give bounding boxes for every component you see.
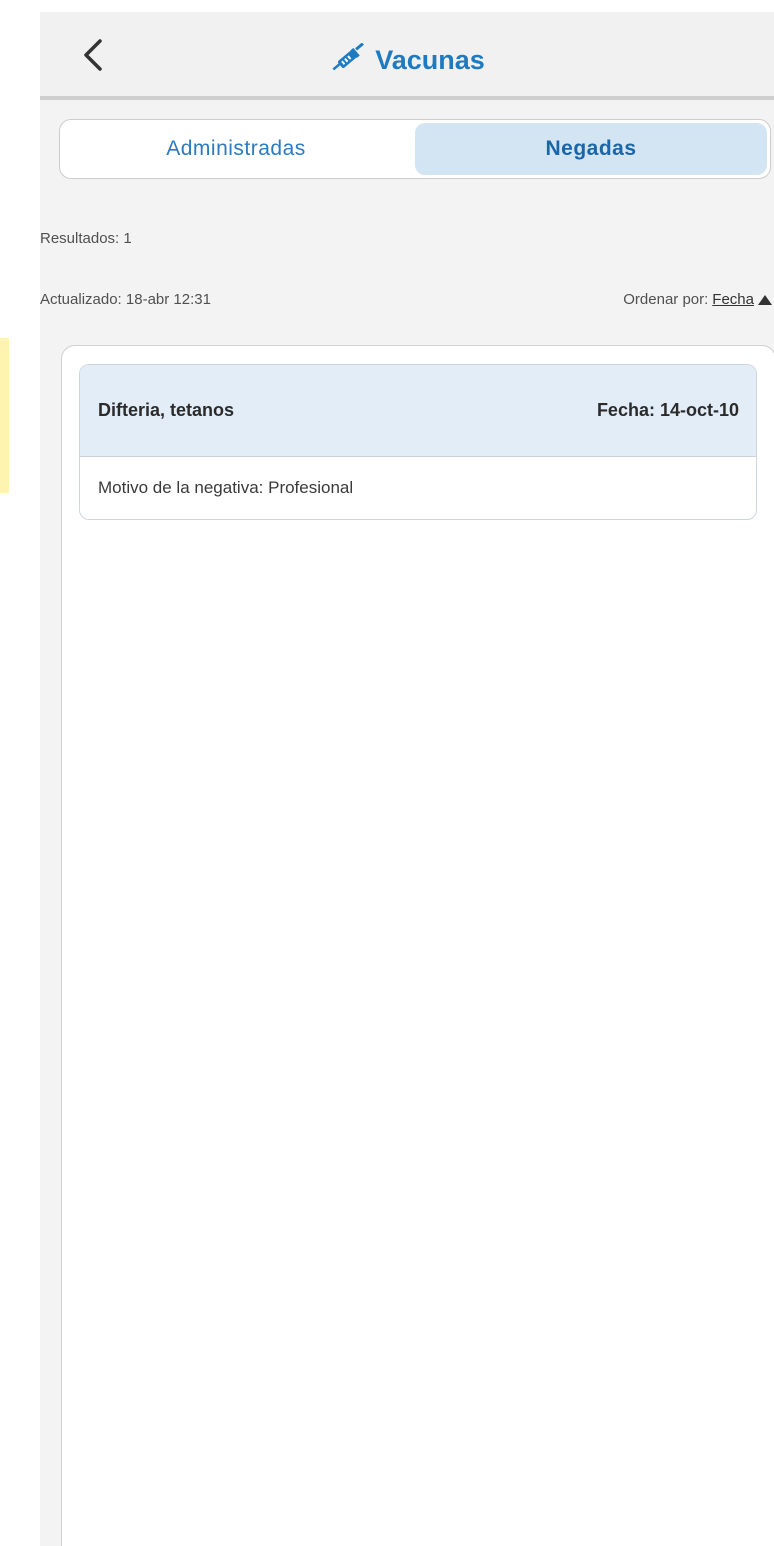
updated-timestamp: Actualizado: 18-abr 12:31 [40,291,211,308]
triangle-up-icon[interactable] [758,294,772,305]
page-title: Vacunas [40,40,774,80]
sort-field-link[interactable]: Fecha [712,291,754,308]
record-card-header: Difteria, tetanos Fecha: 14-oct-10 [80,365,756,457]
syringe-icon [332,43,365,71]
results-count: Resultados: 1 [40,230,132,247]
sort-control: Ordenar por: Fecha [623,291,772,308]
segmented-control: Administradas Negadas [59,119,771,179]
app-screen: Vacunas Administradas Negadas Resultados… [40,12,774,1546]
app-header: Vacunas [40,12,774,100]
vaccine-name: Difteria, tetanos [98,400,235,420]
sort-label: Ordenar por: [623,291,709,308]
refusal-reason: Motivo de la negativa: Profesional [98,478,354,497]
record-card[interactable]: Difteria, tetanos Fecha: 14-oct-10 Motiv… [79,364,757,520]
page-title-text: Vacunas [375,44,485,75]
side-accent-strip [0,338,9,493]
tab-administradas[interactable]: Administradas [60,120,412,178]
records-panel: Difteria, tetanos Fecha: 14-oct-10 Motiv… [61,345,774,1546]
record-date: Fecha: 14-oct-10 [596,400,739,420]
tab-negadas[interactable]: Negadas [415,123,767,175]
